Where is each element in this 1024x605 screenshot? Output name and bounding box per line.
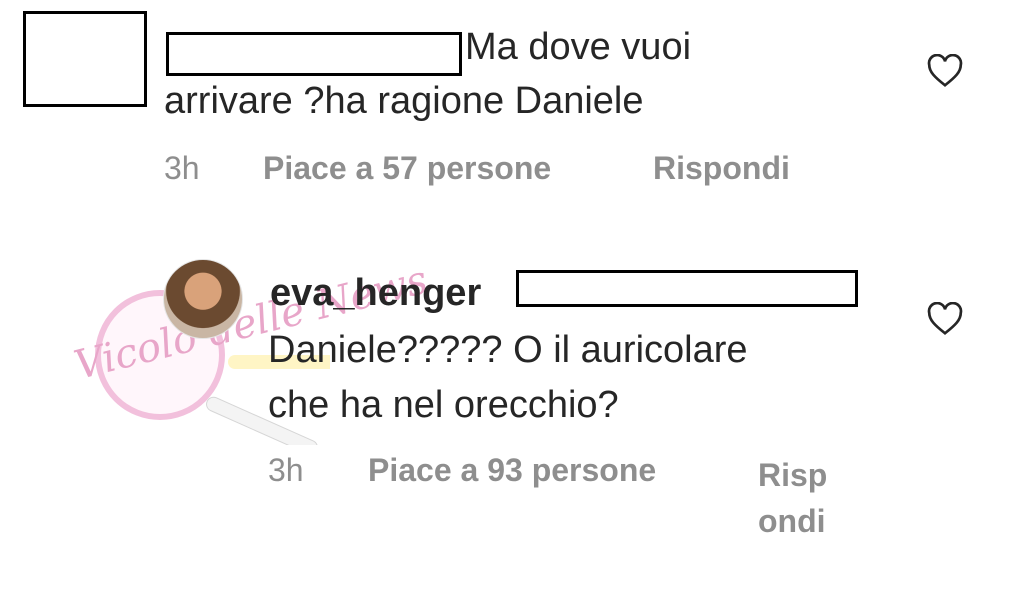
avatar[interactable] xyxy=(163,259,243,339)
redacted-username[interactable] xyxy=(166,32,462,76)
comment1-timestamp: 3h xyxy=(164,150,200,186)
comment1-text-line1: Ma dove vuoi xyxy=(465,26,692,68)
comment1-reply-button[interactable]: Rispondi xyxy=(653,150,790,187)
comment1-likes-link[interactable]: Piace a 57 persone xyxy=(263,150,551,187)
comment2-text-line1: Daniele????? O il auricolare xyxy=(268,329,748,371)
comment2-reply-button[interactable]: Rispondi xyxy=(758,452,828,544)
redacted-avatar[interactable] xyxy=(23,11,147,107)
heart-icon[interactable] xyxy=(927,54,963,88)
redacted-mention[interactable] xyxy=(516,270,858,307)
comment2-text-line2: che ha nel orecchio? xyxy=(268,384,619,426)
comment1-text-line2: arrivare ?ha ragione Daniele xyxy=(164,80,644,122)
comment2-username[interactable]: eva_henger xyxy=(270,272,481,315)
comment2-timestamp: 3h xyxy=(268,452,304,488)
comment2-likes-link[interactable]: Piace a 93 persone xyxy=(368,452,656,489)
heart-icon[interactable] xyxy=(927,302,963,336)
